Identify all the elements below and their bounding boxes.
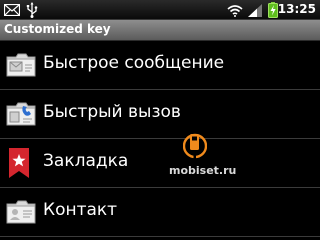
battery-charging-icon	[268, 2, 278, 18]
list-item-label: Закладка	[43, 151, 129, 171]
list-item-quick-call[interactable]: Быстрый вызов	[0, 90, 320, 139]
page-title: Customized key	[4, 22, 111, 36]
list-item-label: Быстрый вызов	[43, 102, 181, 122]
status-bar: 13:25	[0, 0, 320, 20]
customized-key-list: Быстрое сообщение Быстрый вызов Закладка…	[0, 41, 320, 237]
title-bar: Customized key	[0, 20, 320, 41]
list-item-label: Быстрое сообщение	[43, 53, 225, 73]
quick-call-icon	[6, 102, 36, 126]
signal-icon	[248, 4, 262, 17]
list-item-bookmark[interactable]: Закладка	[0, 139, 320, 188]
bookmark-icon	[9, 148, 29, 178]
usb-icon	[26, 2, 38, 18]
status-time: 13:25	[277, 2, 316, 16]
contact-icon	[6, 200, 36, 224]
envelope-icon	[4, 4, 20, 16]
watermark-text: mobiset.ru	[169, 164, 237, 177]
wifi-icon	[227, 5, 243, 17]
list-item-contact[interactable]: Контакт	[0, 188, 320, 237]
quick-message-icon	[6, 53, 36, 77]
list-item-label: Контакт	[43, 200, 118, 220]
watermark-phone-icon	[183, 133, 207, 160]
list-item-quick-message[interactable]: Быстрое сообщение	[0, 41, 320, 90]
